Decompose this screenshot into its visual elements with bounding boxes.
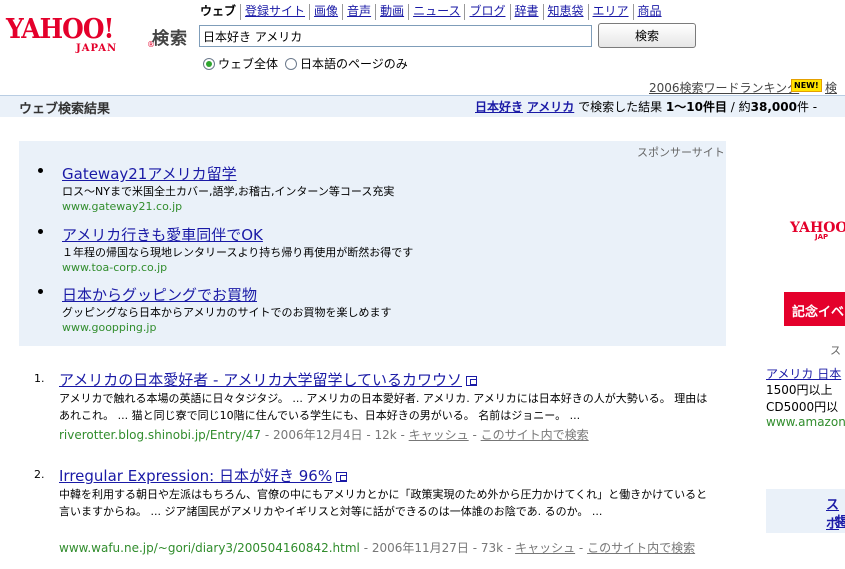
nav-tab-area[interactable]: エリア [587, 4, 633, 20]
nav-tab-images[interactable]: 画像 [309, 4, 342, 20]
site-search-link[interactable]: このサイト内で検索 [481, 428, 589, 442]
radio-all-web[interactable]: ウェブ全体 [203, 55, 278, 72]
nav-tab-chiebukuro[interactable]: 知恵袋 [542, 4, 588, 20]
ad-description: グッピングなら日本からアメリカのサイトでのお買物を楽しめます [62, 306, 392, 319]
result-date: 2006年11月27日 [371, 541, 469, 555]
ad-url: www.goopping.jp [62, 321, 157, 334]
cache-link[interactable]: キャッシュ [515, 541, 575, 555]
result-date: 2006年12月4日 [273, 428, 363, 442]
bullet-icon [38, 289, 43, 294]
ranking-link-cut[interactable]: 検 [825, 79, 837, 96]
search-button[interactable]: 検索 [598, 23, 696, 48]
result-total: 38,000 [750, 100, 797, 114]
logo-japan-text: JAPAN [76, 43, 118, 54]
result-snippet: アメリカで触れる本場の英語に日々タジタジ。 ... アメリカの日本愛好者. アメ… [59, 392, 708, 422]
result-meta: riverotter.blog.shinobi.jp/Entry/47 - 20… [59, 426, 589, 443]
meta-separator: - [359, 541, 372, 555]
meta-separator: - [503, 541, 516, 555]
nav-tab-web[interactable]: ウェブ [200, 4, 240, 20]
right-ad-text: CD5000円以 [766, 400, 839, 414]
ad-url: www.toa-corp.co.jp [62, 261, 168, 274]
search-category-nav: ウェブ 登録サイト 画像 音声 動画 ニュース ブログ 辞書 知恵袋 エリア 商… [200, 4, 666, 20]
web-results-title: ウェブ検索結果 [19, 102, 111, 117]
cache-link[interactable]: キャッシュ [409, 428, 469, 442]
result-range: 1〜10件目 [665, 100, 727, 114]
right-ad-url: www.amazon [766, 415, 845, 429]
nav-tab-news[interactable]: ニュース [408, 4, 464, 20]
ranking-link[interactable]: 2006検索ワードランキング [649, 79, 799, 96]
result-title-text[interactable]: アメリカの日本愛好者 - アメリカ大学留学しているカワウソ [59, 371, 462, 389]
radio-checked-icon[interactable] [203, 57, 215, 70]
ad-title-link[interactable]: アメリカ行きも愛車同伴でOK [62, 224, 263, 245]
right-sponsor-link[interactable]: 掲 [836, 511, 845, 530]
result-size: 73k [480, 541, 504, 555]
result-url: riverotter.blog.shinobi.jp/Entry/47 [59, 428, 262, 442]
query-keyword-link[interactable]: 日本好き [475, 100, 523, 114]
nav-tab-shopping[interactable]: 商品 [632, 4, 666, 20]
bullet-icon [38, 168, 43, 173]
meta-separator: - [362, 428, 375, 442]
result-number: 1. [34, 372, 45, 385]
ad-description: ロス〜NYまで米国全土カバー,語学,お稽古,インターン等コース充実 [62, 185, 395, 198]
radio-japanese-only[interactable]: 日本語のページのみ [285, 55, 408, 72]
nav-tab-video[interactable]: 動画 [375, 4, 408, 20]
result-title-text[interactable]: Irregular Expression: 日本が好き 96% [59, 467, 332, 485]
logo-yahoo-text: YAHOO! [6, 14, 114, 45]
result-url: www.wafu.ne.jp/~gori/diary3/200504160842… [59, 541, 360, 555]
bullet-icon [38, 229, 43, 234]
summary-text: で検索した結果 [578, 100, 663, 114]
right-sponsor-label: ス [830, 344, 841, 357]
query-keyword-link[interactable]: アメリカ [527, 100, 574, 114]
radio-unchecked-icon[interactable] [285, 57, 297, 70]
right-ad-title-link[interactable]: アメリカ 日本 [766, 365, 841, 382]
sponsor-label: スポンサーサイト [637, 146, 725, 159]
right-japan-logo: JAP [815, 233, 829, 241]
result-meta: www.wafu.ne.jp/~gori/diary3/200504160842… [59, 539, 695, 556]
meta-separator: - [468, 541, 481, 555]
result-size: 12k [374, 428, 397, 442]
search-title: 検索 [152, 29, 188, 49]
ad-description: １年程の帰国なら現地レンタリースより持ち帰り再使用が断然お得です [62, 246, 414, 259]
ad-title-link[interactable]: Gateway21アメリカ留学 [62, 163, 237, 184]
result-title-link[interactable]: アメリカの日本愛好者 - アメリカ大学留学しているカワウソ [59, 369, 478, 390]
new-badge: NEW! [791, 79, 822, 92]
meta-separator: - [575, 541, 588, 555]
meta-separator: - [396, 428, 409, 442]
yahoo-japan-logo[interactable]: YAHOO! JAPAN ® [6, 14, 155, 60]
new-window-icon[interactable] [466, 376, 478, 386]
total-suffix: 件 - [796, 100, 818, 114]
nav-tab-dictionary[interactable]: 辞書 [509, 4, 543, 20]
new-window-icon[interactable] [336, 472, 348, 482]
result-title-link[interactable]: Irregular Expression: 日本が好き 96% [59, 465, 348, 486]
ad-url: www.gateway21.co.jp [62, 200, 183, 213]
nav-tab-directory[interactable]: 登録サイト [240, 4, 309, 20]
nav-tab-blog[interactable]: ブログ [464, 4, 509, 20]
event-banner[interactable]: 記念イベ [784, 292, 845, 326]
total-prefix: 約 [738, 100, 751, 114]
summary-separator: / [726, 100, 739, 114]
meta-separator: - [468, 428, 481, 442]
nav-tab-audio[interactable]: 音声 [342, 4, 375, 20]
radio-label: ウェブ全体 [218, 57, 279, 71]
meta-separator: - [261, 428, 274, 442]
ad-title-link[interactable]: 日本からグッピングでお買物 [62, 284, 257, 305]
result-number: 2. [34, 468, 45, 481]
search-input[interactable] [199, 25, 592, 47]
result-snippet: 中韓を利用する朝日や左派はもちろん、官僚の中にもアメリカとかに「政策実現のため外… [59, 488, 708, 518]
site-search-link[interactable]: このサイト内で検索 [587, 541, 695, 555]
result-summary: 日本好き アメリカ で検索した結果 1〜10件目 / 約38,000件 - [475, 98, 817, 115]
right-ad-text: 1500円以上 [766, 383, 833, 397]
radio-label: 日本語のページのみ [300, 57, 408, 71]
